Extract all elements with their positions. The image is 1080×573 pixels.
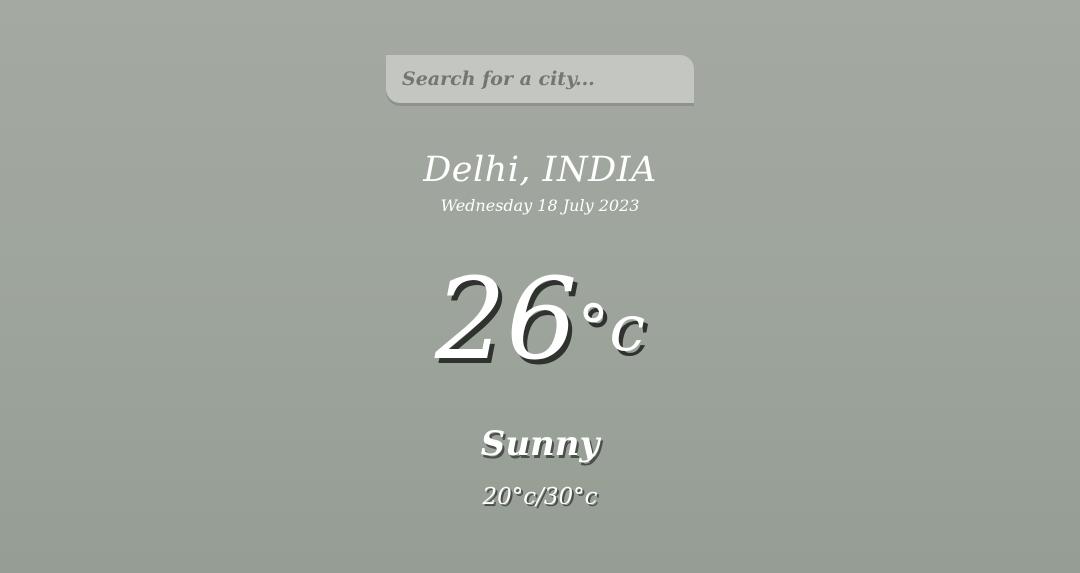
temperature-value: 26 — [434, 255, 578, 385]
current-weather: 26°c — [0, 255, 1080, 394]
temperature-display: 26°c — [435, 255, 645, 385]
weather-condition: Sunny — [480, 424, 600, 464]
city-search-input[interactable] — [386, 55, 694, 103]
temperature-unit: °c — [577, 292, 646, 366]
search-box[interactable] — [386, 55, 694, 103]
current-date: Wednesday 18 July 2023 — [440, 196, 640, 215]
city-name: Delhi, INDIA — [423, 150, 657, 190]
location-block: Delhi, INDIA Wednesday 18 July 2023 — [0, 148, 1080, 216]
temperature-range: 20°c/30°c — [482, 484, 598, 510]
